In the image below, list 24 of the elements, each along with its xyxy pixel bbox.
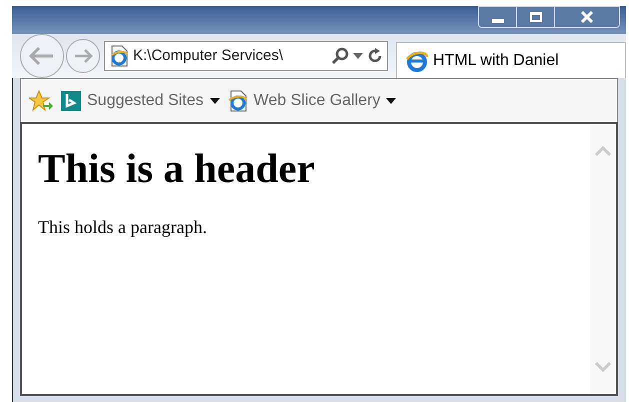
refresh-icon[interactable] bbox=[367, 48, 383, 64]
close-button[interactable] bbox=[555, 7, 619, 27]
favorites-star-icon[interactable] bbox=[29, 90, 53, 112]
dropdown-icon[interactable] bbox=[353, 53, 363, 59]
bing-logo-icon bbox=[61, 90, 81, 110]
search-icon[interactable] bbox=[331, 47, 349, 65]
address-text: K:\Computer Services\ bbox=[133, 46, 284, 66]
page-heading: This is a header bbox=[38, 144, 316, 192]
dropdown-icon bbox=[210, 98, 220, 104]
minimize-button[interactable] bbox=[479, 7, 517, 27]
forward-arrow-icon bbox=[73, 48, 93, 64]
dropdown-icon bbox=[386, 98, 396, 104]
favorites-bar-item[interactable]: Suggested Sites bbox=[61, 88, 220, 112]
page-paragraph: This holds a paragraph. bbox=[38, 216, 208, 239]
ie-page-icon bbox=[228, 90, 248, 112]
favorites-bar-item[interactable]: Web Slice Gallery bbox=[228, 88, 396, 112]
ie-icon bbox=[405, 48, 429, 72]
tab-title: HTML with Daniel bbox=[433, 50, 559, 70]
maximize-button[interactable] bbox=[517, 7, 555, 27]
address-field[interactable]: K:\Computer Services\ bbox=[104, 41, 388, 71]
back-arrow-icon bbox=[29, 46, 55, 66]
ie-page-icon bbox=[109, 45, 129, 67]
browser-tab[interactable]: HTML with Daniel bbox=[396, 42, 626, 78]
close-icon bbox=[581, 11, 593, 23]
